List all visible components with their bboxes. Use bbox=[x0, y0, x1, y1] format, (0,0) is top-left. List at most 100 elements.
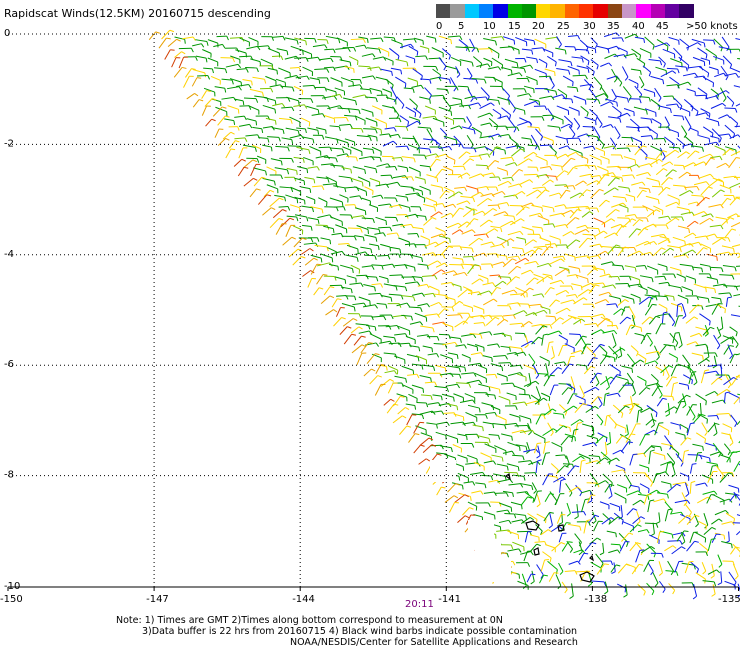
wind-barb-flag bbox=[663, 311, 668, 314]
wind-barb-flag bbox=[497, 100, 501, 105]
wind-barb bbox=[675, 65, 687, 68]
wind-barb bbox=[481, 474, 492, 477]
wind-barb-flag bbox=[714, 288, 717, 294]
wind-barb-flag bbox=[289, 217, 295, 221]
wind-barb-flag bbox=[710, 157, 715, 160]
wind-barb-flag bbox=[422, 228, 425, 234]
wind-barb-flag bbox=[490, 263, 494, 269]
wind-barb-flag bbox=[391, 84, 394, 90]
wind-barb-flag bbox=[626, 316, 631, 320]
wind-barb bbox=[631, 564, 640, 575]
wind-barb-flag bbox=[536, 167, 539, 172]
wind-barb-flag bbox=[640, 327, 643, 332]
wind-barb bbox=[454, 186, 465, 189]
wind-barb bbox=[604, 32, 617, 38]
wind-barb-flag bbox=[587, 60, 590, 66]
wind-barb bbox=[358, 330, 370, 334]
wind-barb-flag bbox=[573, 405, 578, 409]
wind-barb bbox=[337, 107, 349, 110]
wind-barb-flag bbox=[287, 147, 290, 152]
wind-barb bbox=[719, 472, 729, 483]
wind-barb-flag bbox=[704, 482, 708, 487]
wind-barb bbox=[626, 424, 629, 435]
wind-barb bbox=[702, 126, 714, 134]
wind-barb-flag bbox=[353, 236, 357, 241]
wind-barb-flag bbox=[650, 482, 654, 487]
wind-barb bbox=[148, 31, 157, 41]
wind-barb bbox=[581, 211, 590, 218]
wind-barb bbox=[173, 67, 183, 78]
wind-barb bbox=[334, 87, 345, 92]
wind-barb-flag bbox=[498, 389, 501, 394]
wind-barb-flag bbox=[406, 145, 410, 151]
wind-barb bbox=[350, 326, 360, 334]
wind-barb-flag bbox=[409, 207, 411, 212]
wind-barb-flag bbox=[628, 441, 633, 444]
wind-barb-flag bbox=[421, 414, 425, 420]
wind-barb-flag bbox=[694, 540, 699, 543]
wind-barb-flag bbox=[684, 186, 687, 191]
wind-barb-flag bbox=[378, 48, 382, 54]
legend-swatch bbox=[450, 4, 466, 18]
wind-barb bbox=[611, 333, 617, 346]
wind-barb-flag bbox=[713, 490, 718, 495]
wind-barb bbox=[349, 282, 361, 285]
wind-barb bbox=[287, 145, 301, 147]
wind-barb bbox=[389, 274, 402, 276]
wind-barb-flag bbox=[638, 487, 641, 492]
wind-barb bbox=[330, 216, 343, 222]
wind-barb-flag bbox=[416, 233, 420, 238]
wind-barb-flag bbox=[531, 573, 536, 576]
x-tick-label: -138 bbox=[584, 594, 607, 605]
wind-barb-flag bbox=[594, 514, 600, 518]
wind-barb-flag bbox=[333, 48, 336, 54]
wind-barb bbox=[567, 34, 578, 38]
wind-barb-flag bbox=[320, 258, 323, 263]
wind-barb bbox=[658, 215, 669, 219]
wind-barb-flag bbox=[329, 286, 335, 289]
wind-barb bbox=[575, 484, 583, 493]
wind-barb-flag bbox=[593, 98, 597, 103]
wind-barb-flag bbox=[327, 178, 330, 183]
wind-barb bbox=[640, 117, 651, 120]
wind-barb-flag bbox=[666, 376, 670, 381]
wind-barb-flag bbox=[682, 315, 687, 320]
wind-barb bbox=[602, 284, 614, 288]
wind-barb bbox=[623, 108, 635, 113]
wind-barb-flag bbox=[419, 206, 422, 212]
wind-barb-flag bbox=[596, 65, 599, 70]
wind-barb bbox=[691, 352, 703, 357]
wind-barb bbox=[716, 412, 729, 415]
wind-barb-flag bbox=[527, 530, 533, 533]
wind-barb-flag bbox=[708, 186, 713, 189]
wind-barb-flag bbox=[276, 70, 278, 75]
wind-barb-flag bbox=[504, 318, 509, 322]
wind-barb bbox=[713, 38, 723, 48]
wind-barb bbox=[598, 344, 608, 354]
wind-barb bbox=[531, 47, 543, 50]
wind-barb-flag bbox=[485, 414, 488, 419]
wind-barb bbox=[356, 225, 369, 230]
wind-barb bbox=[411, 84, 422, 88]
wind-barb-flag bbox=[559, 317, 564, 320]
wind-barb bbox=[581, 499, 586, 513]
wind-barb-flag bbox=[389, 227, 393, 232]
island-outline bbox=[589, 554, 594, 562]
wind-barb bbox=[596, 174, 606, 185]
wind-barb bbox=[578, 189, 588, 199]
wind-barb-flag bbox=[533, 40, 536, 46]
wind-barb-flag bbox=[625, 405, 630, 409]
wind-barb-flag bbox=[615, 244, 621, 247]
wind-barb-flag bbox=[704, 438, 707, 444]
wind-barb-flag bbox=[735, 157, 740, 159]
wind-barb bbox=[650, 98, 661, 107]
wind-barb-flag bbox=[523, 110, 526, 115]
wind-barb-flag bbox=[370, 248, 373, 254]
wind-barb bbox=[608, 295, 621, 300]
wind-barb bbox=[488, 46, 500, 55]
wind-barb-flag bbox=[310, 226, 313, 231]
wind-barb-flag bbox=[543, 333, 548, 336]
wind-barb-flag bbox=[468, 383, 472, 388]
wind-barb bbox=[282, 236, 293, 246]
wind-barb bbox=[360, 342, 369, 354]
